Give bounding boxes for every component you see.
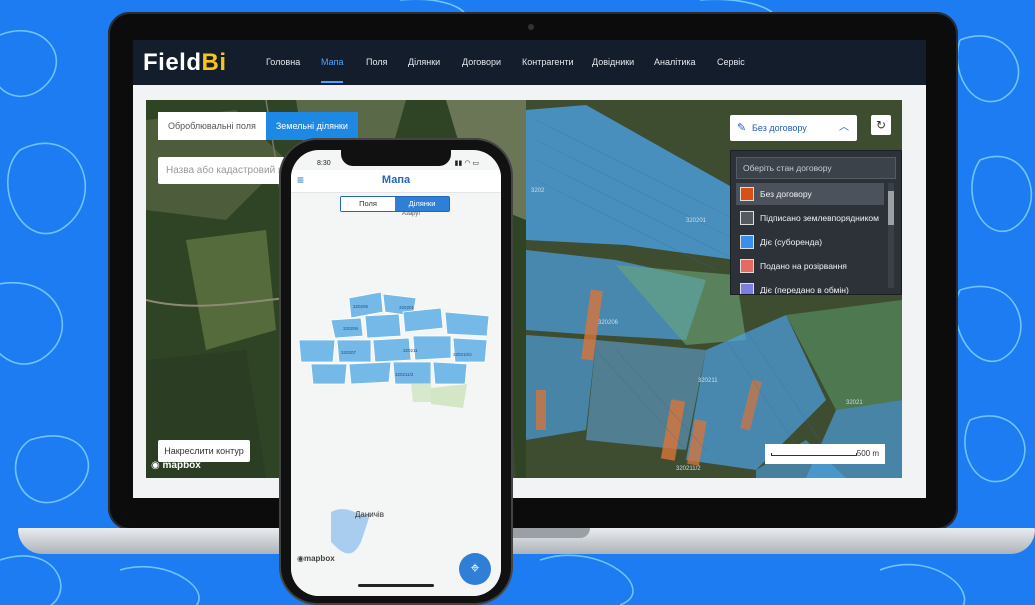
option-exchange[interactable]: Діє (передано в обмін)	[736, 279, 884, 294]
chevron-up-icon: ︿	[839, 122, 849, 133]
phone-parcel-label: 320206	[343, 326, 359, 331]
home-indicator	[358, 584, 434, 587]
nav-parcels[interactable]: Ділянки	[408, 57, 440, 67]
contract-status-search[interactable]: Оберіть стан договору	[736, 157, 896, 179]
phone-map-parcels: 320205 320201 320206 320207 320211 32021…	[298, 291, 490, 554]
option-termination-filed[interactable]: Подано на розірвання	[736, 255, 884, 277]
phone-time: 8:30	[317, 160, 331, 167]
phone-village-label: Даничів	[355, 510, 384, 519]
parcel-label: 320211	[698, 378, 718, 384]
phone-village-top: Азаруї	[402, 211, 421, 217]
phone-screen: 8:30 ▮▮ ◠ ▭ ≡ Мапа Поля Ділянки 320205 3…	[291, 150, 501, 596]
parcel-label: 32021	[846, 400, 863, 406]
scrollbar-thumb[interactable]	[888, 191, 894, 225]
map-scale: 500 m	[765, 444, 885, 464]
nav-map[interactable]: Мапа	[321, 57, 343, 67]
refresh-button[interactable]: ↻	[871, 115, 891, 135]
phone-header: ≡ Мапа	[291, 170, 501, 193]
phone-parcel-label: 320207	[341, 350, 357, 355]
locate-button[interactable]: ⌖	[459, 553, 491, 585]
phone-tab-fields[interactable]: Поля	[341, 197, 395, 211]
app-logo[interactable]: FieldBi	[143, 49, 227, 77]
nav-home[interactable]: Головна	[266, 57, 300, 67]
crosshair-icon: ⌖	[470, 560, 480, 577]
contract-status-panel: Оберіть стан договору Без договору Підпи…	[730, 150, 902, 295]
color-swatch	[740, 235, 754, 249]
nav-contracts[interactable]: Договори	[462, 57, 501, 67]
nav-directories[interactable]: Довідники	[592, 57, 634, 67]
color-swatch	[740, 283, 754, 294]
parcel-label: 320206	[598, 320, 619, 326]
phone-title: Мапа	[381, 174, 411, 186]
phone-mapbox-logo: ◉mapbox	[297, 554, 335, 563]
nav-active-indicator	[321, 81, 343, 83]
toggle-processed-fields[interactable]: Оброблювальні поля	[158, 112, 266, 140]
color-swatch	[740, 187, 754, 201]
phone-parcel-label: 320211/2	[395, 372, 414, 377]
option-no-contract[interactable]: Без договору	[736, 183, 884, 205]
phone-map[interactable]: 320205 320201 320206 320207 320211 32021…	[291, 212, 501, 596]
scale-bar	[771, 453, 857, 456]
contract-status-dropdown[interactable]: ✎ Без договору ︿	[730, 115, 857, 141]
toggle-land-parcels[interactable]: Земельні ділянки	[265, 112, 358, 140]
option-signed[interactable]: Підписано землевпорядником	[736, 207, 884, 229]
pencil-icon: ✎	[737, 122, 747, 134]
phone-layer-toggle: Поля Ділянки	[340, 196, 450, 212]
nav-analytics[interactable]: Аналітика	[654, 57, 696, 67]
phone-notch	[341, 150, 451, 166]
nav-counterparties[interactable]: Контрагенти	[522, 57, 574, 67]
parcel-search-input[interactable]: Назва або кадастровий номер	[158, 157, 301, 184]
color-swatch	[740, 211, 754, 225]
refresh-icon: ↻	[875, 118, 887, 132]
signal-wifi-battery-icon: ▮▮ ◠ ▭	[454, 160, 479, 167]
color-swatch	[740, 259, 754, 273]
draw-contour-button[interactable]: Накреслити контур	[158, 440, 250, 462]
mapbox-logo: ◉ mapbox	[151, 460, 201, 471]
parcel-label: 320201	[686, 218, 707, 224]
option-active-sublease[interactable]: Діє (суборенда)	[736, 231, 884, 253]
layer-toggle: Оброблювальні поля Земельні ділянки	[158, 112, 358, 140]
parcel-label: 3202	[531, 188, 545, 194]
top-navigation: FieldBi Головна Мапа Поля Ділянки Догово…	[133, 40, 926, 85]
phone-parcel-label: 320201	[399, 305, 415, 310]
phone-parcel-label: 320211	[403, 348, 418, 353]
desktop-screen: FieldBi Головна Мапа Поля Ділянки Догово…	[133, 40, 926, 498]
dropdown-scrollbar[interactable]	[888, 183, 894, 288]
parcel-label: 320211/2	[676, 466, 701, 472]
phone-parcel-label: 320210/2	[453, 352, 472, 357]
camera-dot	[528, 24, 534, 30]
phone-parcel-label: 320205	[353, 304, 369, 309]
nav-service[interactable]: Сервіс	[717, 57, 745, 67]
phone-tab-parcels[interactable]: Ділянки	[395, 197, 449, 211]
nav-fields[interactable]: Поля	[366, 57, 387, 67]
